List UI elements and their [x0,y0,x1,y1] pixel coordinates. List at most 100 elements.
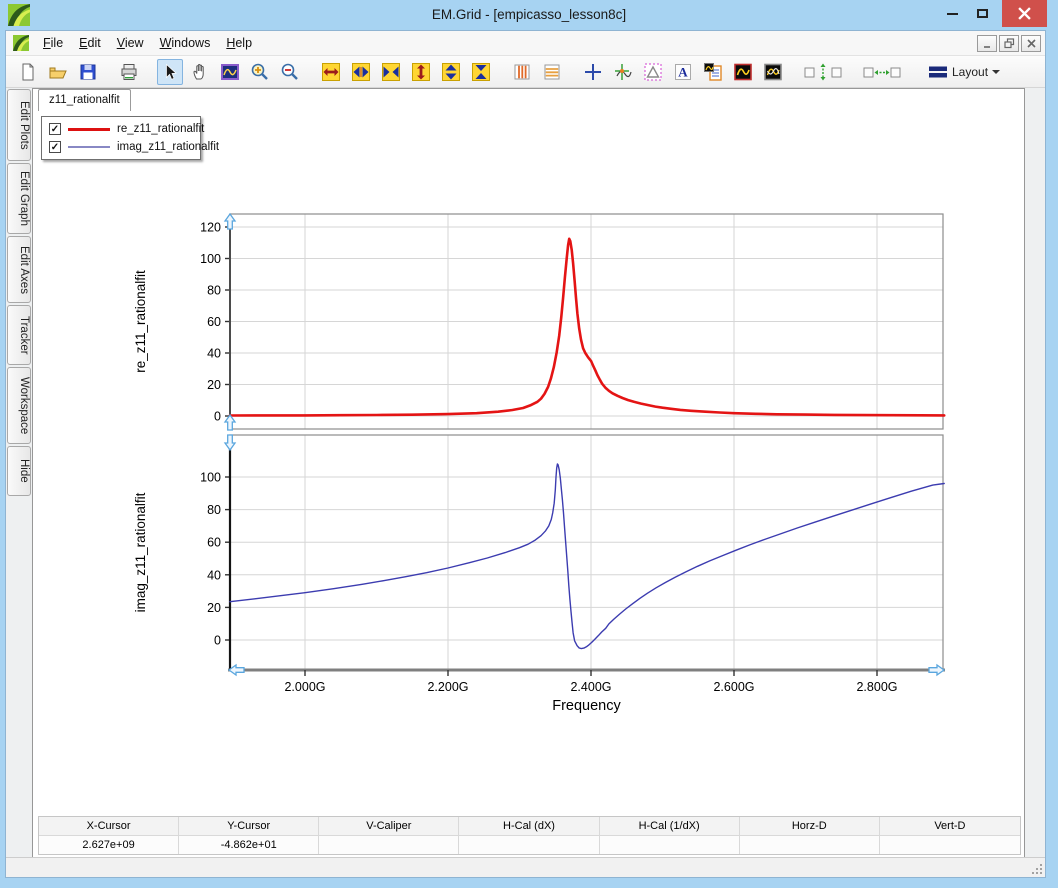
col-y-cursor: Y-Cursor [179,817,319,835]
sidebar-item-workspace[interactable]: Workspace [7,367,31,444]
align-vertical-button[interactable] [801,59,845,85]
expand-x-button[interactable] [318,59,344,85]
tracker-crosshair-button[interactable] [610,59,636,85]
col-horz-d: Horz-D [740,817,880,835]
menu-help[interactable]: Help [218,32,260,54]
new-file-icon [18,62,38,82]
x-axis-handle-left[interactable] [229,665,244,675]
menu-file[interactable]: File [35,32,71,54]
save-file-button[interactable] [75,59,101,85]
arrows-out-x-icon [351,62,371,82]
measurement-value-row: 2.627e+09 -4.862e+01 [39,835,1020,854]
svg-text:0: 0 [214,634,221,648]
sidebar-item-edit-graph[interactable]: Edit Graph [7,163,31,234]
tab-z11-rationalfit[interactable]: z11_rationalfit [38,89,131,111]
crosshair-plus-button[interactable] [580,59,606,85]
arrows-in-x-icon [381,62,401,82]
caliper-triangle-button[interactable] [640,59,666,85]
vertical-stripes-button[interactable] [509,59,535,85]
col-h-cal-dx: H-Cal (dX) [459,817,599,835]
minimize-button[interactable] [938,0,966,27]
mdi-restore-icon [1004,38,1015,49]
zoom-in-icon [250,62,270,82]
multi-plot-dark-button[interactable] [760,59,786,85]
legend-checkbox-imag[interactable]: ✓ [49,141,61,153]
svg-text:60: 60 [207,315,221,329]
align-horizontal-icon [862,62,902,82]
svg-text:20: 20 [207,378,221,392]
x-axis-title: Frequency [552,698,621,714]
x-axis-handle-right[interactable] [929,665,944,675]
expand-y-button[interactable] [408,59,434,85]
select-arrow-button[interactable] [157,59,183,85]
multi-plot-dark-icon [763,62,783,82]
series-re_z11_rationalfit [230,239,944,416]
sidebar-item-edit-axes[interactable]: Edit Axes [7,236,31,303]
chart-area: 020406080100120re_z11_rationalfit0204060… [33,89,1026,859]
caliper-triangle-icon [643,62,663,82]
mdi-minimize-button[interactable] [977,35,997,52]
align-vertical-icon [803,62,843,82]
chevron-down-icon [992,70,1000,74]
horizontal-stripes-button[interactable] [539,59,565,85]
zoom-out-button[interactable] [277,59,303,85]
document-logo-icon[interactable] [13,35,29,51]
sidebar-item-hide[interactable]: Hide [7,446,31,496]
zoom-in-button[interactable] [247,59,273,85]
legend-label-imag: imag_z11_rationalfit [117,141,219,153]
compress-y-button[interactable] [468,59,494,85]
pan-hand-button[interactable] [187,59,213,85]
menu-view[interactable]: View [109,32,152,54]
mdi-close-icon [1027,39,1036,48]
legend-line-swatch-re [68,128,110,131]
save-floppy-icon [78,62,98,82]
horizontal-stripes-icon [542,62,562,82]
charts-svg: 020406080100120re_z11_rationalfit0204060… [33,89,1026,859]
work-zone: Edit Plots Edit Graph Edit Axes Tracker … [6,88,1045,857]
y-axis-handle-top-chart2[interactable] [225,435,235,450]
app-status-bar [6,857,1045,877]
single-plot-dark-button[interactable] [730,59,756,85]
mdi-window-buttons [977,35,1041,52]
svg-text:20: 20 [207,601,221,615]
print-button[interactable] [116,59,142,85]
text-annotation-button[interactable]: A [670,59,696,85]
legend-line-swatch-imag [68,146,110,148]
zoom-region-button[interactable] [217,59,243,85]
open-file-button[interactable] [45,59,71,85]
layout-label: Layout [952,65,988,79]
open-folder-icon [48,62,68,82]
new-file-button[interactable] [15,59,41,85]
expand-y-icon [411,62,431,82]
svg-text:100: 100 [200,471,221,485]
y-axis-handle-bottom-chart1[interactable] [225,415,235,430]
legend-toggle-button[interactable] [700,59,726,85]
align-horizontal-button[interactable] [860,59,904,85]
menu-edit[interactable]: Edit [71,32,109,54]
tracker-crosshair-icon [613,62,633,82]
expand-x-icon [321,62,341,82]
arrows-in-x-button[interactable] [378,59,404,85]
legend-checkbox-re[interactable]: ✓ [49,123,61,135]
x-tick-label: 2.000G [284,680,325,694]
layout-dropdown-button[interactable]: Layout [922,61,1006,83]
close-button[interactable] [1002,0,1047,27]
mdi-close-button[interactable] [1021,35,1041,52]
sidebar-item-edit-plots[interactable]: Edit Plots [7,89,31,161]
arrows-out-y-button[interactable] [438,59,464,85]
arrows-out-x-button[interactable] [348,59,374,85]
zoom-out-icon [280,62,300,82]
maximize-button[interactable] [968,0,996,27]
resize-grip[interactable] [1032,864,1042,874]
mdi-restore-button[interactable] [999,35,1019,52]
col-v-caliper: V-Caliper [319,817,459,835]
menu-windows[interactable]: Windows [152,32,219,54]
svg-text:60: 60 [207,536,221,550]
svg-text:40: 40 [207,347,221,361]
svg-text:120: 120 [200,221,221,235]
printer-icon [119,62,139,82]
sidebar-item-tracker[interactable]: Tracker [7,305,31,365]
y-axis-title: imag_z11_rationalfit [133,492,148,612]
close-icon [1018,7,1031,20]
x-tick-label: 2.600G [713,680,754,694]
